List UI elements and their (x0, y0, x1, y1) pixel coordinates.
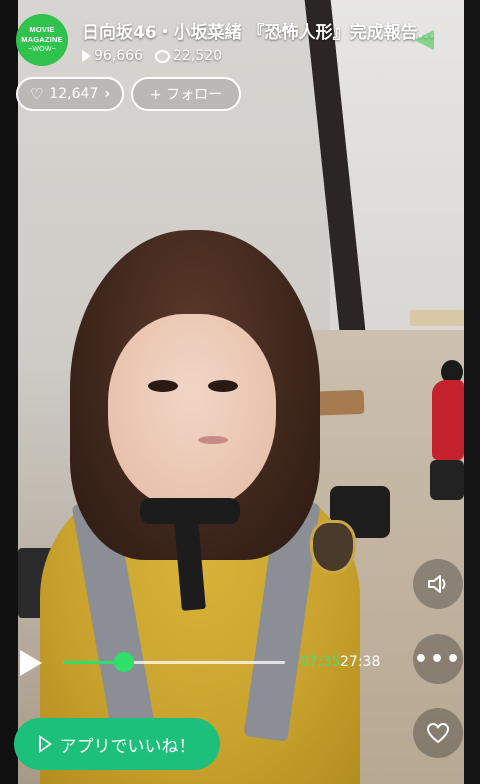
subject-eye-left (148, 380, 178, 392)
video-stats: 96,666 22,520 (82, 46, 222, 66)
video-frame[interactable] (0, 0, 480, 784)
follow-button[interactable]: + フォロー (131, 77, 241, 111)
video-title: 日向坂46・小坂菜緒 『恐怖人形』完成報告… (82, 23, 435, 43)
frame-edge-left (0, 0, 18, 784)
like-button[interactable] (413, 708, 463, 758)
like-count-label: 12,647 (49, 86, 99, 102)
follow-label: + フォロー (149, 87, 223, 103)
view-count-value: 96,666 (94, 48, 143, 64)
chevron-right-icon: › (104, 86, 111, 102)
volume-icon (428, 575, 446, 593)
background-table (410, 310, 464, 326)
frame-edge-right (464, 0, 480, 784)
comment-count-value: 22,520 (173, 48, 222, 64)
video-player-screen[interactable]: MOVIE MAGAZINE ~WOW~ 日向坂46・小坂菜緒 『恐怖人形』完成… (0, 0, 480, 784)
background-chair (430, 460, 464, 500)
seek-bar[interactable] (63, 652, 285, 672)
volume-button[interactable] (413, 559, 463, 609)
app-like-button[interactable]: アプリでいいね！ (14, 718, 220, 770)
subject-emblem (310, 520, 356, 574)
video-subject (30, 230, 360, 784)
logo-line-1: MOVIE (29, 25, 55, 34)
subject-mouth (198, 436, 228, 444)
play-button[interactable] (20, 650, 42, 676)
subject-eye-right (208, 380, 238, 392)
like-count-button[interactable]: ♡ 12,647 › (16, 77, 124, 111)
total-duration: 27:38 (340, 654, 381, 670)
brand-watermark (414, 30, 434, 50)
channel-logo[interactable]: MOVIE MAGAZINE ~WOW~ (16, 14, 68, 66)
play-icon (82, 50, 91, 62)
logo-line-3: ~WOW~ (28, 46, 56, 53)
logo-line-2: MAGAZINE (21, 35, 63, 44)
comment-icon (155, 49, 170, 63)
app-like-label: アプリでいいね！ (59, 736, 196, 757)
comment-count: 22,520 (155, 48, 222, 64)
current-time: 07:35 (300, 654, 341, 670)
app-play-icon (38, 735, 52, 753)
subject-face (108, 314, 276, 510)
view-count: 96,666 (82, 48, 143, 64)
heart-outline-icon (427, 723, 449, 743)
heart-icon: ♡ (29, 85, 44, 103)
seek-bar-handle[interactable] (113, 652, 134, 672)
more-options-button[interactable]: ••• (413, 634, 463, 684)
background-doll (432, 380, 464, 460)
more-icon: ••• (413, 646, 463, 672)
